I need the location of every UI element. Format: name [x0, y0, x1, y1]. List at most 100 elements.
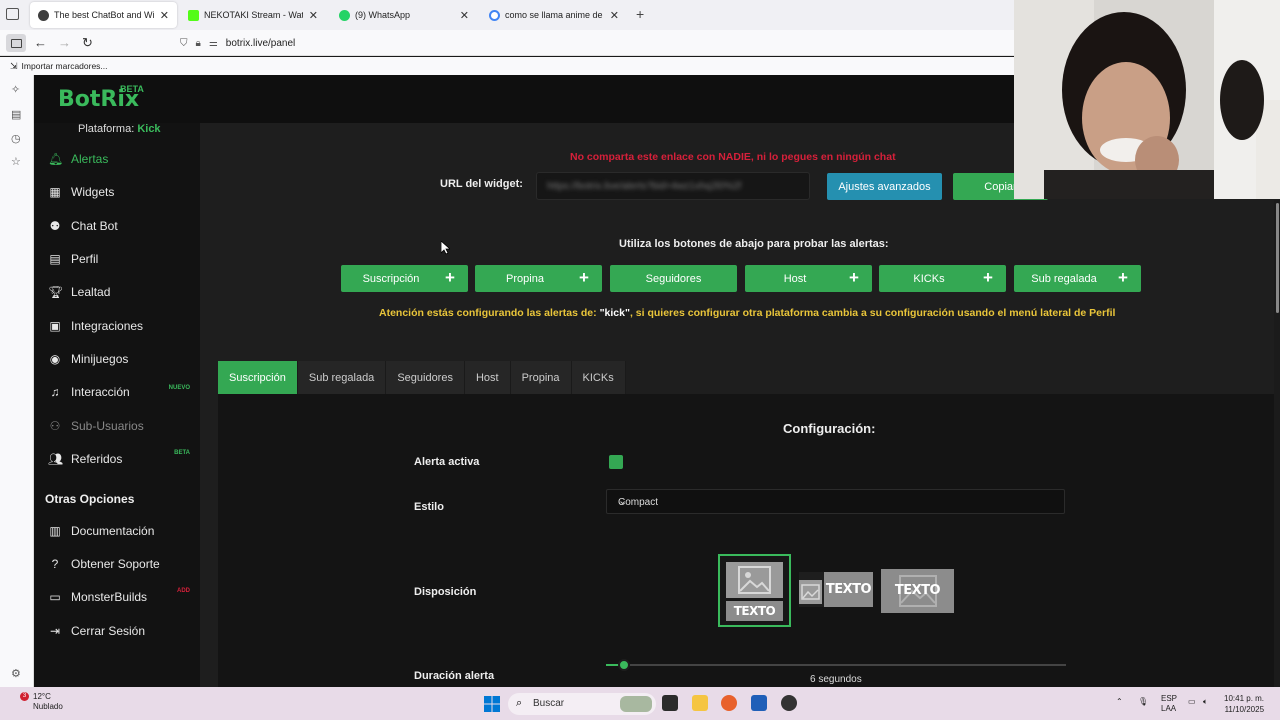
nav-item-sub-usuarios[interactable]: ⚇ Sub-Usuarios — [48, 416, 198, 436]
book-icon: ▥ — [49, 524, 61, 538]
test-suscripcion-button[interactable]: Suscripción + — [341, 265, 468, 292]
language-indicator[interactable]: ESP LAA — [1161, 694, 1177, 714]
nav-item-referidos[interactable]: 👥︎ Referidos BETA — [48, 449, 198, 469]
system-clock[interactable]: 10:41 p. m. 11/10/2025 — [1224, 693, 1264, 715]
test-host-button[interactable]: Host + — [745, 265, 872, 292]
duration-slider-handle[interactable] — [618, 659, 630, 671]
whatsapp-favicon-icon — [339, 9, 350, 21]
lock-icon[interactable]: 🔒︎ — [196, 38, 201, 49]
tab-suscripcion[interactable]: Suscripción — [218, 361, 298, 394]
duration-slider-track[interactable] — [606, 664, 1066, 666]
plus-icon: + — [849, 268, 859, 287]
forward-icon[interactable]: → — [58, 35, 71, 50]
test-kicks-button[interactable]: KICKs + — [879, 265, 1006, 292]
music-icon: ♫ — [50, 385, 60, 399]
ai-sparkle-icon[interactable]: ✧ — [11, 83, 20, 96]
nav-item-lealtad[interactable]: 🏆︎ Lealtad — [48, 282, 198, 302]
close-tab-icon[interactable]: ✕ — [160, 9, 169, 22]
nav-label: Lealtad — [71, 285, 111, 299]
tab-sub-regalada[interactable]: Sub regalada — [297, 361, 387, 394]
taskbar-search[interactable]: ⌕ Buscar — [508, 693, 656, 715]
history-icon[interactable]: ◷ — [11, 132, 21, 145]
nav-item-perfil[interactable]: ▤ Perfil — [48, 249, 198, 269]
nav-item-alertas[interactable]: 🔔︎ Alertas — [48, 149, 198, 169]
bookmarks-icon[interactable]: ☆ — [11, 155, 21, 168]
browser-tab-google[interactable]: como se llama anime de banda ✕ — [481, 2, 627, 28]
file-explorer-icon[interactable] — [692, 695, 708, 711]
task-view-icon[interactable] — [662, 695, 678, 711]
test-seguidores-button[interactable]: Seguidores — [610, 265, 737, 292]
obs-icon[interactable] — [781, 695, 797, 711]
platform-value: Kick — [137, 123, 161, 135]
tab-list-icon[interactable] — [6, 8, 19, 20]
browser-tab-nekotaki[interactable]: NEKOTAKI Stream - Watch Live ✕ — [180, 2, 326, 28]
test-propina-button[interactable]: Propina + — [475, 265, 602, 292]
import-bookmarks-link[interactable]: Importar marcadores... — [22, 61, 108, 71]
browser-tab-botrix[interactable]: The best ChatBot and Widgets f ✕ — [30, 2, 177, 28]
button-label: Host — [783, 273, 807, 285]
attention-suffix: , si quieres configurar otra plataforma … — [629, 307, 1116, 319]
firefox-icon[interactable] — [721, 695, 737, 711]
alert-type-tabs: Suscripción Sub regalada Seguidores Host… — [218, 361, 626, 394]
alert-active-label: Alerta activa — [414, 456, 480, 468]
plus-icon: + — [579, 268, 589, 287]
tray-overflow-icon[interactable]: ⌃ — [1116, 697, 1123, 707]
customize-gear-icon[interactable]: ⚙ — [11, 667, 21, 680]
add-badge: ADD — [177, 588, 190, 594]
tab-kicks[interactable]: KICKs — [571, 361, 626, 394]
url-text[interactable]: botrix.live/panel — [226, 38, 295, 49]
button-label: Propina — [506, 273, 544, 285]
advanced-settings-button[interactable]: Ajustes avanzados — [827, 173, 942, 200]
layout-option-stacked[interactable]: TEXTO — [718, 554, 791, 627]
platform-indicator: Plataforma: Kick — [78, 123, 161, 135]
weather-widget[interactable]: 12°C Nublado — [33, 692, 63, 712]
nav-item-cerrar-sesion[interactable]: ⇥ Cerrar Sesión — [48, 621, 198, 641]
volume-icon[interactable]: 🔈︎ — [1203, 697, 1208, 707]
nav-item-integraciones[interactable]: ▣ Integraciones — [48, 316, 198, 336]
close-tab-icon[interactable]: ✕ — [460, 9, 469, 22]
widget-url-field[interactable]: https://botrix.live/alerts?bid=4wz1xhq2l… — [536, 172, 810, 200]
close-tab-icon[interactable]: ✕ — [610, 9, 619, 22]
reload-icon[interactable]: ↻ — [82, 35, 93, 51]
button-label: Suscripción — [362, 273, 420, 285]
store-icon[interactable] — [751, 695, 767, 711]
nav-item-documentacion[interactable]: ▥ Documentación — [48, 521, 198, 541]
close-tab-icon[interactable]: ✕ — [309, 9, 318, 22]
clock-date: 11/10/2025 — [1224, 705, 1265, 714]
back-icon[interactable]: ← — [34, 35, 47, 50]
mouse-cursor-icon — [441, 241, 450, 255]
nav-item-soporte[interactable]: ? Obtener Soporte — [48, 554, 198, 574]
test-sub-regalada-button[interactable]: Sub regalada + — [1014, 265, 1141, 292]
network-icon[interactable]: ▭ — [1188, 697, 1196, 707]
nav-label: Minijuegos — [71, 352, 129, 366]
layout-option-inline[interactable]: TEXTO — [799, 572, 873, 607]
nav-label: Referidos — [71, 452, 123, 466]
search-highlight-icon — [620, 696, 652, 712]
new-tab-button[interactable]: + — [636, 6, 644, 22]
tab-propina[interactable]: Propina — [510, 361, 572, 394]
plus-icon: + — [1118, 268, 1128, 287]
windows-start-icon[interactable] — [484, 696, 500, 712]
style-select[interactable]: Compact ⌄ — [606, 489, 1065, 514]
browser-tab-whatsapp[interactable]: (9) WhatsApp ✕ — [331, 2, 477, 28]
tab-host[interactable]: Host — [464, 361, 511, 394]
tab-seguidores[interactable]: Seguidores — [386, 361, 465, 394]
nav-item-chatbot[interactable]: ⚉ Chat Bot — [48, 216, 198, 236]
page-info-icon[interactable]: ⚌ — [209, 38, 218, 49]
nav-item-monsterbuilds[interactable]: ▭ MonsterBuilds ADD — [48, 587, 198, 607]
nav-item-widgets[interactable]: ▦ Widgets — [48, 182, 198, 202]
bookmarks-bar: ⇲ Importar marcadores... — [0, 57, 1014, 75]
address-bar[interactable]: ⛉ 🔒︎ ⚌ botrix.live/panel — [180, 34, 1010, 52]
weather-temp: 12°C — [33, 692, 51, 701]
shield-icon[interactable]: ⛉ — [180, 38, 188, 49]
nav-item-interaccion[interactable]: ♫ Interacción NUEVO — [48, 382, 198, 402]
alert-active-checkbox[interactable] — [609, 455, 623, 469]
microphone-icon[interactable]: 🎙︎ — [1138, 697, 1148, 707]
plus-icon: + — [445, 268, 455, 287]
scrollbar-thumb[interactable] — [1276, 203, 1279, 313]
sidebar-toggle-icon[interactable] — [6, 34, 26, 52]
layout-option-overlay[interactable]: TEXTO — [881, 569, 954, 613]
nav-item-minijuegos[interactable]: ◉ Minijuegos — [48, 349, 198, 369]
beta-badge: BETA — [174, 450, 190, 456]
synced-tabs-icon[interactable]: ▤ — [11, 108, 21, 121]
